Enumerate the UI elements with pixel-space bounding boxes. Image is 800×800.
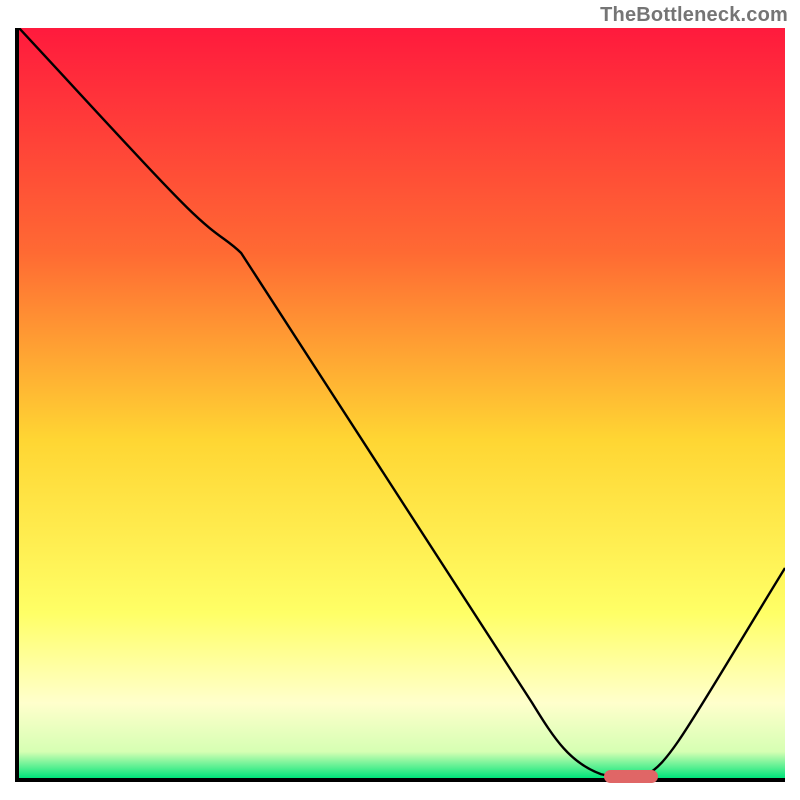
chart-canvas: [19, 28, 785, 778]
optimal-marker: [604, 770, 658, 783]
watermark-text: TheBottleneck.com: [600, 4, 788, 27]
chart-background: [19, 28, 785, 778]
chart-axes-frame: [15, 28, 785, 782]
